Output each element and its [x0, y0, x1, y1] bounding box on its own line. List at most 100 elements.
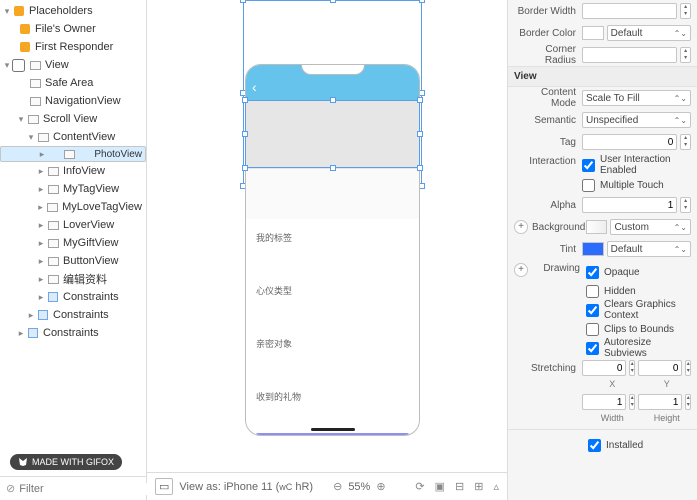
autoresize-checkbox[interactable]: Autoresize Subviews: [586, 339, 691, 357]
multiple-touch-checkbox[interactable]: Multiple Touch: [582, 176, 664, 194]
disclosure-triangle-icon[interactable]: ▾: [26, 132, 36, 143]
tree-label: View: [45, 59, 69, 71]
installed-checkbox[interactable]: Installed: [588, 436, 691, 454]
tree-content-view[interactable]: ▾ContentView: [0, 128, 146, 146]
zoom-level[interactable]: 55%: [348, 481, 370, 493]
view-icon: [36, 130, 50, 144]
background-select[interactable]: Custom⌃⌄: [610, 219, 691, 235]
tint-select[interactable]: Default⌃⌄: [607, 241, 691, 257]
semantic-select[interactable]: Unspecified⌃⌄: [582, 112, 691, 128]
stepper[interactable]: ▴▾: [680, 134, 691, 150]
tree-edit-profile[interactable]: ▸编辑资料: [0, 270, 146, 288]
align-icon[interactable]: ⊟: [455, 480, 464, 493]
tree-first-responder[interactable]: First Responder: [0, 38, 146, 56]
tree-constraints-3[interactable]: ▸Constraints: [0, 324, 146, 342]
tree-label: Safe Area: [45, 77, 93, 89]
view-as-label[interactable]: View as: iPhone 11 (wC hR): [179, 481, 313, 493]
disclosure-triangle-icon[interactable]: ▾: [2, 6, 12, 17]
color-swatch[interactable]: [582, 242, 604, 256]
disclosure-triangle-icon[interactable]: ▸: [36, 184, 46, 195]
disclosure-triangle-icon[interactable]: ▸: [36, 220, 46, 231]
prop-stretching-wh: ▴▾ ▴▾: [508, 391, 697, 413]
tree-checkbox[interactable]: [12, 59, 25, 72]
zoom-out-icon[interactable]: ⊖: [333, 480, 342, 493]
content-mode-select[interactable]: Scale To Fill⌃⌄: [582, 90, 691, 106]
stepper[interactable]: ▴▾: [680, 47, 691, 63]
stepper[interactable]: ▴▾: [685, 394, 691, 410]
disclosure-triangle-icon[interactable]: ▸: [16, 328, 26, 339]
edit-profile-button[interactable]: 编辑资料: [256, 433, 409, 435]
stretch-y-input[interactable]: [638, 360, 682, 376]
stepper[interactable]: ▴▾: [685, 360, 691, 376]
device-frame[interactable]: ‹ 我的标签 心仪类型 亲密对象 收到的礼物 编辑资料: [245, 64, 420, 436]
tree-label: MyGiftView: [63, 237, 118, 249]
document-outline[interactable]: ▾Placeholders File's Owner First Respond…: [0, 0, 146, 448]
embed-icon[interactable]: ▣: [435, 480, 445, 493]
tree-mylovetag-view[interactable]: ▸MyLoveTagView: [0, 198, 146, 216]
home-indicator: [311, 428, 355, 431]
add-property-button[interactable]: +: [514, 220, 528, 234]
corner-radius-input[interactable]: [582, 47, 677, 63]
tag-input[interactable]: [582, 134, 677, 150]
disclosure-triangle-icon[interactable]: ▸: [36, 274, 46, 285]
disclosure-triangle-icon[interactable]: ▸: [36, 202, 45, 213]
clips-checkbox[interactable]: Clips to Bounds: [586, 320, 674, 338]
tree-view[interactable]: ▾ View: [0, 56, 146, 74]
stepper[interactable]: ▴▾: [629, 394, 635, 410]
view-icon: [28, 94, 42, 108]
tree-info-view[interactable]: ▸InfoView: [0, 162, 146, 180]
tree-label: Constraints: [63, 291, 119, 303]
border-color-select[interactable]: Default⌃⌄: [607, 25, 691, 41]
prop-interaction: Interaction User Interaction Enabled Mul…: [508, 153, 697, 194]
tree-navigation-view[interactable]: NavigationView: [0, 92, 146, 110]
clears-gc-checkbox[interactable]: Clears Graphics Context: [586, 301, 691, 319]
alpha-input[interactable]: [582, 197, 677, 213]
stepper[interactable]: ▴▾: [680, 197, 691, 213]
stretch-h-input[interactable]: [638, 394, 682, 410]
zoom-in-icon[interactable]: ⊕: [376, 480, 385, 493]
tree-constraints-1[interactable]: ▸ Constraints: [0, 288, 146, 306]
color-swatch[interactable]: [582, 26, 604, 40]
pin-icon[interactable]: ⊞: [474, 480, 483, 493]
stepper[interactable]: ▴▾: [629, 360, 635, 376]
disclosure-triangle-icon[interactable]: ▸: [36, 256, 46, 267]
tree-placeholders[interactable]: ▾Placeholders: [0, 2, 146, 20]
resolve-icon[interactable]: ▵: [493, 480, 499, 493]
opaque-checkbox[interactable]: Opaque: [586, 263, 640, 281]
constraints-icon: [36, 308, 50, 322]
disclosure-triangle-icon[interactable]: ▸: [36, 238, 46, 249]
back-chevron-icon[interactable]: ‹: [252, 79, 257, 95]
hidden-checkbox[interactable]: Hidden: [586, 282, 636, 300]
disclosure-triangle-icon[interactable]: ▸: [26, 310, 36, 321]
tree-photo-view[interactable]: ▸PhotoView: [0, 146, 146, 162]
color-swatch[interactable]: [586, 220, 607, 234]
tree-lover-view[interactable]: ▸LoverView: [0, 216, 146, 234]
inspector-panel: Border Width ▴▾ Border Color Default⌃⌄ C…: [507, 0, 697, 500]
canvas[interactable]: ‹ 我的标签 心仪类型 亲密对象 收到的礼物 编辑资料: [147, 0, 507, 472]
disclosure-triangle-icon[interactable]: ▾: [16, 114, 26, 125]
tree-mygift-view[interactable]: ▸ MyGiftView: [0, 234, 146, 252]
update-frames-icon[interactable]: ⟳: [415, 480, 424, 493]
disclosure-triangle-icon[interactable]: ▸: [36, 166, 46, 177]
chevron-updown-icon: ⌃⌄: [674, 116, 687, 125]
tree-button-view[interactable]: ▸ButtonView: [0, 252, 146, 270]
outline-toggle-icon[interactable]: ▭: [155, 478, 173, 495]
user-interaction-checkbox[interactable]: User Interaction Enabled: [582, 156, 691, 174]
stepper[interactable]: ▴▾: [680, 3, 691, 19]
tree-constraints-2[interactable]: ▸Constraints: [0, 306, 146, 324]
disclosure-triangle-icon[interactable]: ▸: [36, 292, 46, 303]
disclosure-triangle-icon[interactable]: ▾: [2, 60, 12, 71]
tree-safe-area[interactable]: Safe Area: [0, 74, 146, 92]
prop-corner-radius: Corner Radius ▴▾: [508, 44, 697, 66]
disclosure-triangle-icon[interactable]: ▸: [37, 149, 47, 160]
filter-input[interactable]: [19, 483, 161, 495]
stretch-x-input[interactable]: [582, 360, 626, 376]
tree-scroll-view[interactable]: ▾Scroll View: [0, 110, 146, 128]
add-property-button[interactable]: +: [514, 263, 528, 277]
stretch-w-input[interactable]: [582, 394, 626, 410]
tree-mytag-view[interactable]: ▸MyTagView: [0, 180, 146, 198]
prop-semantic: Semantic Unspecified⌃⌄: [508, 109, 697, 131]
border-width-input[interactable]: [582, 3, 677, 19]
tree-files-owner[interactable]: File's Owner: [0, 20, 146, 38]
chevron-updown-icon: ⌃⌄: [674, 223, 687, 232]
